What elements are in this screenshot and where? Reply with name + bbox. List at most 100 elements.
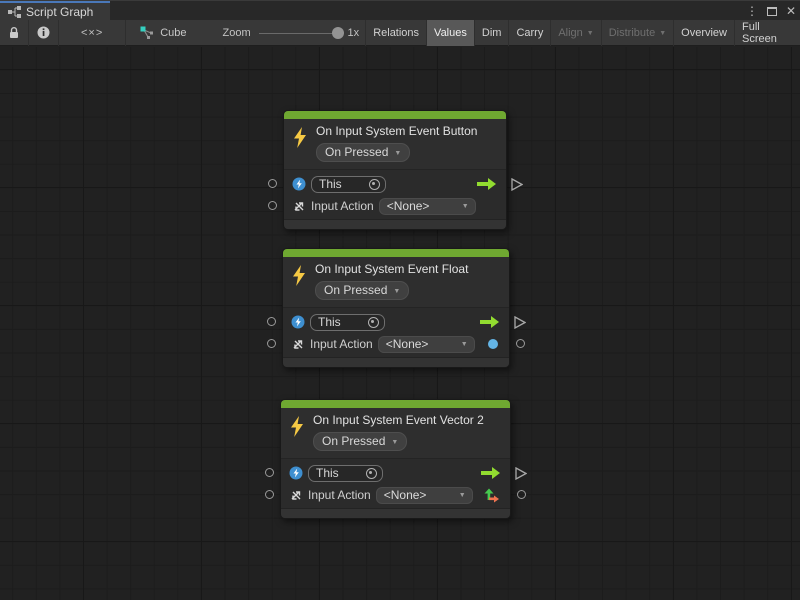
- event-bolt-icon: [292, 127, 308, 148]
- align-button: Align ▼: [551, 20, 601, 46]
- close-icon[interactable]: ✕: [786, 1, 796, 21]
- vector2-value-icon: [484, 488, 499, 503]
- relations-button[interactable]: Relations: [366, 20, 427, 46]
- caret-down-icon: ▼: [394, 150, 401, 157]
- node-header: On Input System Event Float On Pressed ▼: [283, 257, 509, 307]
- node-title: On Input System Event Button: [316, 124, 477, 139]
- dim-button[interactable]: Dim: [475, 20, 510, 46]
- node-header: On Input System Event Vector 2 On Presse…: [281, 408, 510, 458]
- node-on-input-system-event-float[interactable]: On Input System Event Float On Pressed ▼: [282, 248, 510, 368]
- fullscreen-button[interactable]: Full Screen: [735, 20, 799, 46]
- script-graph-window: Script Graph ⋮ ✕ <×>: [0, 0, 800, 600]
- flow-arrow-icon: [481, 467, 500, 479]
- zoom-label: Zoom: [223, 27, 251, 39]
- input-action-label: Input Action: [311, 199, 374, 213]
- this-object-field[interactable]: This: [308, 465, 383, 482]
- zoom-slider-handle[interactable]: [332, 27, 344, 39]
- node-footer: [283, 357, 509, 367]
- lock-icon: [8, 26, 20, 39]
- trigger-dropdown[interactable]: On Pressed ▼: [315, 281, 409, 300]
- tab-script-graph[interactable]: Script Graph: [0, 1, 110, 21]
- input-action-select[interactable]: <None> ▼: [378, 336, 475, 353]
- info-icon: [37, 26, 50, 39]
- graph-asset-icon: [140, 26, 155, 39]
- input-action-label: Input Action: [310, 337, 373, 351]
- caret-down-icon: ▼: [391, 439, 398, 446]
- window-controls: ⋮ ✕: [746, 1, 796, 21]
- value-output-port[interactable]: [517, 490, 526, 499]
- flow-arrow-icon: [480, 316, 499, 328]
- code-icon: <×>: [67, 27, 117, 39]
- input-port-target[interactable]: [267, 317, 276, 326]
- input-action-icon: [289, 488, 303, 502]
- gameobject-icon: [292, 177, 306, 191]
- node-on-input-system-event-button[interactable]: On Input System Event Button On Pressed …: [283, 110, 507, 230]
- event-bolt-icon: [291, 265, 307, 286]
- window-menu-icon[interactable]: ⋮: [746, 1, 758, 21]
- node-header: On Input System Event Button On Pressed …: [284, 119, 506, 169]
- input-action-label: Input Action: [308, 488, 371, 502]
- flow-output-port[interactable]: [514, 316, 526, 329]
- input-port-action[interactable]: [267, 339, 276, 348]
- node-body: This: [281, 458, 510, 508]
- object-picker-icon[interactable]: [369, 179, 380, 190]
- input-port-action[interactable]: [268, 201, 277, 210]
- caret-down-icon: ▼: [461, 341, 468, 348]
- node-title: On Input System Event Float: [315, 262, 468, 277]
- graph-canvas[interactable]: On Input System Event Button On Pressed …: [0, 47, 800, 600]
- node-row-action: Input Action <None> ▼: [283, 333, 509, 355]
- caret-down-icon: ▼: [459, 492, 466, 499]
- node-on-input-system-event-vector2[interactable]: On Input System Event Vector 2 On Presse…: [280, 399, 511, 519]
- trigger-dropdown[interactable]: On Pressed ▼: [316, 143, 410, 162]
- caret-down-icon: ▼: [393, 288, 400, 295]
- graph-name-label: Cube: [160, 27, 186, 39]
- graph-icon: [8, 6, 21, 18]
- this-object-field[interactable]: This: [310, 314, 385, 331]
- node-accent-bar: [283, 249, 509, 257]
- node-accent-bar: [281, 400, 510, 408]
- input-port-action[interactable]: [265, 490, 274, 499]
- graph-toolbar: <×> Cube Zoom 1x Relations Values: [0, 20, 800, 46]
- flow-arrow-icon: [477, 178, 496, 190]
- event-bolt-icon: [289, 416, 305, 437]
- float-value-icon: [488, 339, 498, 349]
- input-action-select[interactable]: <None> ▼: [376, 487, 473, 504]
- input-action-select[interactable]: <None> ▼: [379, 198, 476, 215]
- code-view-button[interactable]: <×>: [59, 20, 125, 46]
- distribute-button: Distribute ▼: [602, 20, 674, 46]
- zoom-value: 1x: [348, 27, 360, 39]
- node-title: On Input System Event Vector 2: [313, 413, 484, 428]
- gameobject-icon: [289, 466, 303, 480]
- caret-down-icon: ▼: [462, 203, 469, 210]
- tab-bar: Script Graph ⋮ ✕: [0, 0, 800, 20]
- values-button[interactable]: Values: [427, 20, 475, 46]
- node-body: This: [284, 169, 506, 219]
- input-action-icon: [291, 337, 305, 351]
- zoom-slider[interactable]: [259, 20, 344, 46]
- node-row-target: This: [281, 462, 510, 484]
- node-footer: [281, 508, 510, 518]
- this-object-field[interactable]: This: [311, 176, 386, 193]
- graph-reference[interactable]: Cube: [126, 26, 196, 39]
- overview-button[interactable]: Overview: [674, 20, 735, 46]
- node-row-action: Input Action <None> ▼: [281, 484, 510, 506]
- trigger-dropdown[interactable]: On Pressed ▼: [313, 432, 407, 451]
- node-row-target: This: [284, 173, 506, 195]
- inspector-button[interactable]: [29, 20, 58, 46]
- node-row-action: Input Action <None> ▼: [284, 195, 506, 217]
- zoom-slider-track[interactable]: [259, 33, 344, 34]
- object-picker-icon[interactable]: [366, 468, 377, 479]
- flow-output-port[interactable]: [515, 467, 527, 480]
- node-row-target: This: [283, 311, 509, 333]
- input-port-target[interactable]: [265, 468, 274, 477]
- node-accent-bar: [284, 111, 506, 119]
- object-picker-icon[interactable]: [368, 317, 379, 328]
- input-action-icon: [292, 199, 306, 213]
- value-output-port[interactable]: [516, 339, 525, 348]
- lock-button[interactable]: [0, 20, 28, 46]
- maximize-icon[interactable]: [767, 7, 777, 16]
- gameobject-icon: [291, 315, 305, 329]
- flow-output-port[interactable]: [511, 178, 523, 191]
- input-port-target[interactable]: [268, 179, 277, 188]
- carry-button[interactable]: Carry: [509, 20, 551, 46]
